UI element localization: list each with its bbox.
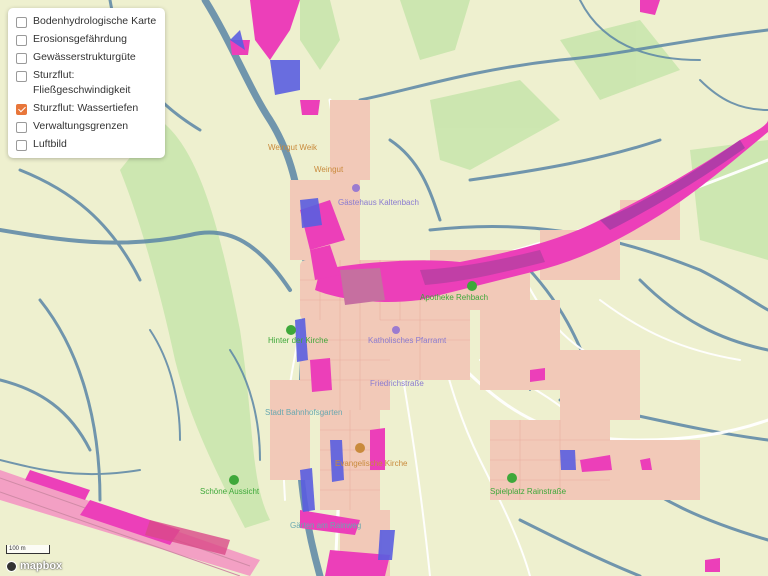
- layer-label: Sturzflut: Fließgeschwindigkeit: [33, 69, 131, 96]
- label-pfarrhaus: Katholisches Pfarramt: [368, 336, 447, 345]
- layer-label: Sturzflut: Wassertiefen: [33, 102, 139, 114]
- layer-item-sturzflut-wassertiefen[interactable]: Sturzflut: Wassertiefen: [16, 101, 159, 116]
- label-weingut2: Weingut: [314, 165, 344, 174]
- park-icon: [286, 325, 296, 335]
- layer-checkbox[interactable]: [16, 53, 27, 64]
- layer-label: Bodenhydrologische Karte: [33, 15, 157, 27]
- layer-checkbox[interactable]: [16, 104, 27, 115]
- label-garten: Gärten am Rainweg: [290, 521, 361, 530]
- viewpoint-icon: [229, 475, 239, 485]
- playground-icon: [507, 473, 517, 483]
- layer-checkbox[interactable]: [16, 140, 27, 151]
- mapbox-logo-text: mapbox: [20, 560, 63, 572]
- layer-checkbox[interactable]: [16, 71, 27, 82]
- layer-item-bodenhydrologische-karte[interactable]: Bodenhydrologische Karte: [16, 14, 159, 29]
- layer-item-erosionsgefaehrdung[interactable]: Erosionsgefährdung: [16, 32, 159, 47]
- label-aussicht: Schöne Aussicht: [200, 487, 260, 496]
- layer-item-luftbild[interactable]: Luftbild: [16, 137, 159, 152]
- layer-control-panel: Bodenhydrologische Karte Erosionsgefährd…: [8, 8, 165, 158]
- pharmacy-icon: [467, 281, 477, 291]
- guesthouse-icon: [352, 184, 360, 192]
- label-gaestehaus: Gästehaus Kaltenbach: [338, 198, 419, 207]
- layer-label: Luftbild: [33, 138, 67, 150]
- label-stadt: Stadt Bahnhofsgarten: [265, 408, 342, 417]
- layer-item-sturzflut-fliessgeschwindigkeit[interactable]: Sturzflut: Fließgeschwindigkeit: [16, 68, 159, 98]
- scale-label: 100 m: [9, 546, 26, 552]
- layer-label: Gewässerstrukturgüte: [33, 51, 136, 63]
- label-friedrich: Friedrichstraße: [370, 379, 424, 388]
- mapbox-mark-icon: [6, 560, 17, 572]
- layer-item-gewaesserstrukturguete[interactable]: Gewässerstrukturgüte: [16, 50, 159, 65]
- layer-checkbox[interactable]: [16, 35, 27, 46]
- label-apotheke: Apotheke Rehbach: [420, 293, 488, 302]
- church-icon: [355, 443, 365, 453]
- parish-icon: [392, 326, 400, 334]
- layer-item-verwaltungsgrenzen[interactable]: Verwaltungsgrenzen: [16, 119, 159, 134]
- layer-label: Verwaltungsgrenzen: [33, 120, 129, 132]
- label-kirche: Evangelische Kirche: [335, 459, 408, 468]
- scale-bar: 100 m: [6, 545, 50, 554]
- layer-checkbox[interactable]: [16, 122, 27, 133]
- layer-checkbox[interactable]: [16, 17, 27, 28]
- label-weingut: Weingut Weik: [268, 143, 318, 152]
- label-spielplatz: Spielplatz Rainstraße: [490, 487, 567, 496]
- label-hinter: Hinter der Kirche: [268, 336, 329, 345]
- layer-label: Erosionsgefährdung: [33, 33, 127, 45]
- mapbox-logo[interactable]: mapbox: [6, 560, 62, 572]
